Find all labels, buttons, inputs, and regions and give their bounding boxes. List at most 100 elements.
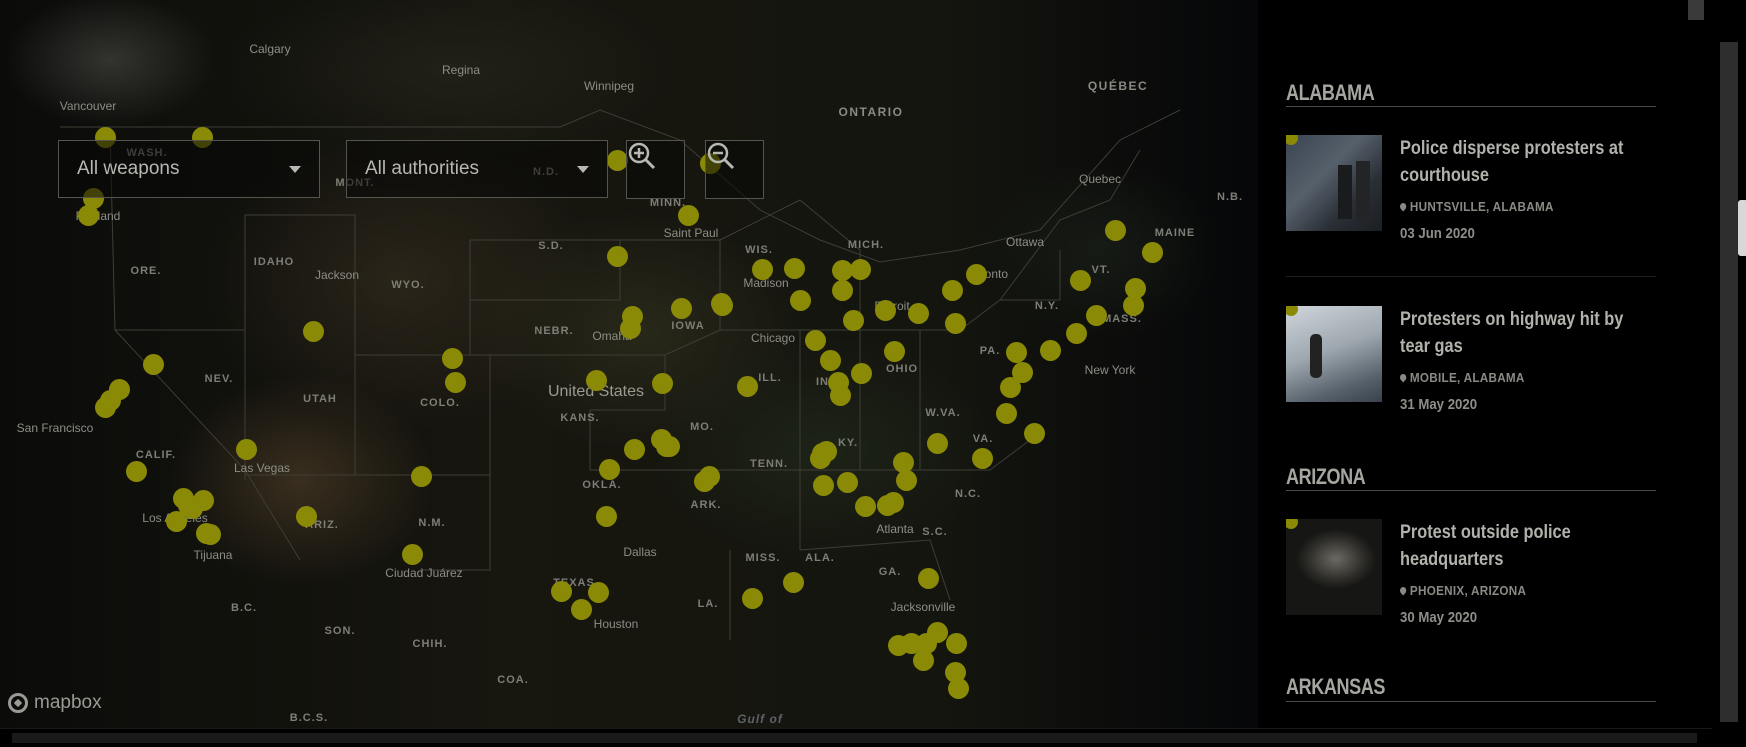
incident-marker[interactable] [874,299,896,321]
incident-marker[interactable] [849,258,871,280]
zoom-out-button[interactable] [705,140,764,199]
incident-marker[interactable] [1065,322,1087,344]
incident-marker[interactable] [945,632,967,654]
incident-marker[interactable] [1122,294,1144,316]
incident-marker[interactable] [751,258,773,280]
incident-marker[interactable] [125,460,147,482]
incident-marker[interactable] [302,320,324,342]
incident-marker[interactable] [971,447,993,469]
incident-marker[interactable] [804,329,826,351]
incident-marker[interactable] [783,257,805,279]
incident-marker[interactable] [710,292,732,314]
region-label: WIS. [745,244,773,256]
page-scrollbar[interactable] [1712,0,1746,746]
panel-scrollbar[interactable] [1688,0,1704,728]
country-label: QUÉBEC [1087,79,1149,93]
incident-marker[interactable] [876,494,898,516]
weapons-filter-select[interactable]: All weapons [58,140,320,198]
incident-marker[interactable] [1005,341,1027,363]
incident-marker[interactable] [94,396,116,418]
panel-scrollbar-thumb[interactable] [1688,0,1704,20]
incident-marker[interactable] [199,523,221,545]
incident-marker[interactable] [887,634,909,656]
incident-marker[interactable] [883,340,905,362]
incident-marker[interactable] [693,470,715,492]
incident-marker[interactable] [842,309,864,331]
incident-marker[interactable] [1104,219,1126,241]
country-label: ONTARIO [838,105,904,119]
incident-marker[interactable] [850,362,872,384]
region-label: GA. [878,566,902,578]
incident-marker[interactable] [1069,269,1091,291]
incident-marker[interactable] [947,677,969,699]
incident-marker[interactable] [836,471,858,493]
incident-marker[interactable] [444,371,466,393]
incident-marker[interactable] [410,465,432,487]
incident-marker[interactable] [441,347,463,369]
incident-marker[interactable] [907,302,929,324]
incident-marker[interactable] [926,432,948,454]
authorities-filter-select[interactable]: All authorities [346,140,608,198]
city-label: Jacksonville [890,600,956,614]
incident-list-panel[interactable]: ALABAMA Police disperse protesters at co… [1258,0,1688,728]
horizontal-scrollbar-thumb[interactable] [12,733,1697,743]
incident-item[interactable]: Protest outside police headquarters PHOE… [1286,519,1656,639]
incident-marker[interactable] [570,598,592,620]
mapbox-logo[interactable]: mapbox [8,692,102,714]
incident-marker[interactable] [606,245,628,267]
region-label: SON. [324,625,356,637]
side-drag-handle[interactable] [1738,200,1746,256]
incident-marker[interactable] [165,510,187,532]
region-label: ORE. [130,265,162,277]
incident-marker[interactable] [670,297,692,319]
incident-marker[interactable] [782,571,804,593]
incident-marker[interactable] [606,149,628,171]
region-label: PA. [979,345,1001,357]
incident-marker[interactable] [965,263,987,285]
incident-marker[interactable] [912,649,934,671]
incident-marker[interactable] [142,353,164,375]
incident-marker[interactable] [651,372,673,394]
incident-marker[interactable] [944,312,966,334]
incident-marker[interactable] [829,384,851,406]
incident-marker[interactable] [650,428,672,450]
page-scrollbar-thumb[interactable] [1720,42,1738,722]
incident-marker[interactable] [831,259,853,281]
incident-marker[interactable] [598,458,620,480]
incident-marker[interactable] [941,279,963,301]
region-label: ALA. [805,552,835,564]
incident-marker[interactable] [789,289,811,311]
incident-marker[interactable] [295,505,317,527]
horizontal-scrollbar[interactable] [0,728,1712,747]
incident-marker[interactable] [999,376,1021,398]
incident-marker[interactable] [677,204,699,226]
incident-marker[interactable] [809,447,831,469]
incident-marker[interactable] [995,402,1017,424]
incident-marker[interactable] [587,581,609,603]
incident-marker[interactable] [895,469,917,491]
incident-marker[interactable] [812,474,834,496]
incident-marker[interactable] [917,567,939,589]
incident-marker[interactable] [550,580,572,602]
incident-item[interactable]: Protesters on highway hit by tear gas MO… [1286,306,1656,426]
incident-marker[interactable] [585,369,607,391]
incident-map[interactable]: CalgaryReginaWinnipegVancouverPortlandJa… [0,0,1258,728]
incident-marker[interactable] [1141,241,1163,263]
incident-marker[interactable] [619,317,641,339]
incident-marker[interactable] [77,204,99,226]
incident-marker[interactable] [854,495,876,517]
incident-marker[interactable] [741,587,763,609]
incident-marker[interactable] [1023,422,1045,444]
incident-marker[interactable] [595,505,617,527]
incident-marker[interactable] [819,349,841,371]
incident-marker[interactable] [736,375,758,397]
incident-marker[interactable] [401,543,423,565]
incident-marker[interactable] [1085,304,1107,326]
incident-marker[interactable] [623,438,645,460]
incident-marker[interactable] [192,489,214,511]
incident-marker[interactable] [831,279,853,301]
incident-marker[interactable] [1039,339,1061,361]
zoom-in-button[interactable] [626,140,685,199]
incident-item[interactable]: Police disperse protesters at courthouse… [1286,135,1656,255]
incident-marker[interactable] [235,438,257,460]
